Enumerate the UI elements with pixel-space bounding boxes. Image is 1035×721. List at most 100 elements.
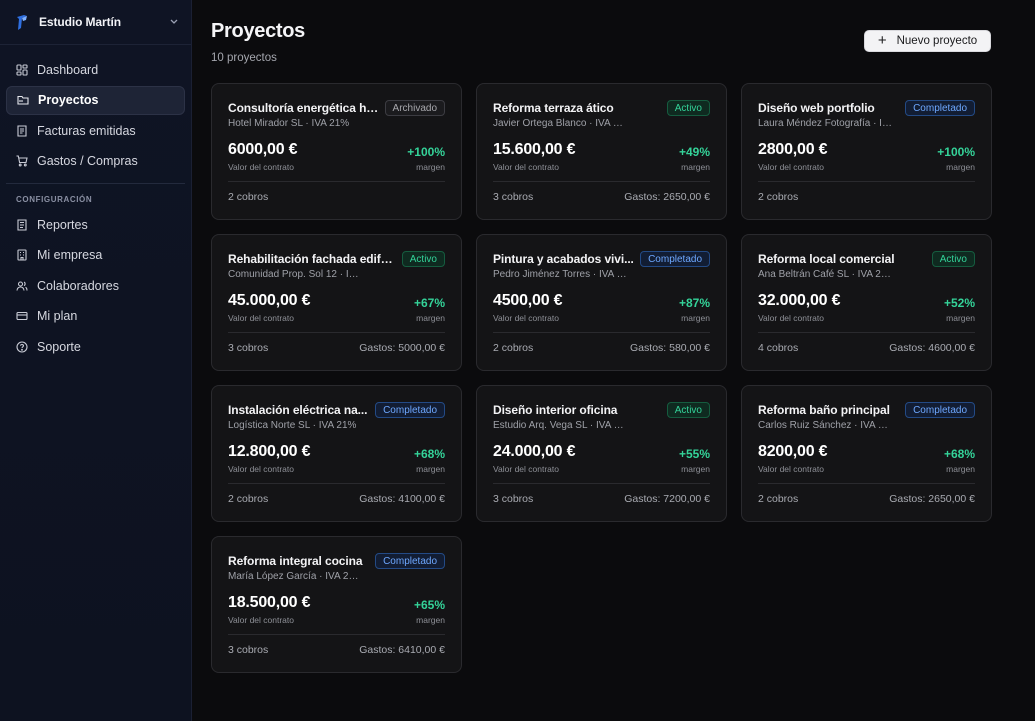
status-badge: Completado [640, 251, 710, 267]
main-content: Proyectos 10 proyectos + Nuevo proyecto … [192, 0, 1035, 721]
project-grid: Consultoría energética ho... Archivado H… [211, 83, 992, 673]
project-card[interactable]: Instalación eléctrica na... Completado L… [211, 385, 462, 522]
card-footer: 2 cobros [228, 181, 445, 203]
contract-amount: 6000,00 € [228, 141, 298, 158]
gastos-total: Gastos: 5000,00 € [359, 342, 445, 354]
brand-logo-icon [14, 13, 30, 31]
cobros-count: 2 cobros [758, 493, 799, 505]
project-client: Laura Méndez Fotografía · IV... [758, 118, 892, 129]
sidebar-item-label: Reportes [37, 217, 88, 232]
sidebar-divider [6, 183, 185, 184]
contract-amount: 45.000,00 € [228, 292, 311, 309]
sidebar-item-colaboradores[interactable]: Colaboradores [6, 271, 185, 300]
gastos-total: Gastos: 2650,00 € [624, 191, 710, 203]
margin-value: +100% [407, 145, 445, 159]
main-nav: Dashboard Proyectos Facturas emitidas Ga… [0, 45, 191, 177]
project-client: Hotel Mirador SL · IVA 21% [228, 118, 350, 129]
contract-amount-label: Valor del contrato [758, 464, 824, 474]
sidebar-item-label: Gastos / Compras [37, 154, 138, 168]
users-icon [16, 280, 28, 292]
sidebar-item-facturas[interactable]: Facturas emitidas [6, 116, 185, 145]
contract-amount: 24.000,00 € [493, 443, 576, 460]
chevron-down-icon [169, 17, 179, 27]
config-nav: Reportes Mi empresa Colaboradores Mi pla… [0, 210, 191, 363]
margin-label: margen [416, 313, 445, 323]
cobros-count: 3 cobros [228, 644, 269, 656]
project-card[interactable]: Reforma local comercial Activo Ana Beltr… [741, 234, 992, 371]
gastos-total: Gastos: 4100,00 € [359, 493, 445, 505]
project-card[interactable]: Diseño web portfolio Completado Laura Mé… [741, 83, 992, 220]
sidebar-item-mi-plan[interactable]: Mi plan [6, 302, 185, 331]
cart-icon [16, 155, 28, 167]
project-client: Ana Beltrán Café SL · IVA 21% [758, 269, 892, 280]
report-icon [16, 218, 28, 231]
dashboard-icon [16, 63, 28, 76]
sidebar-item-proyectos[interactable]: Proyectos [6, 85, 185, 115]
status-badge: Completado [375, 402, 445, 418]
margin-label: margen [416, 464, 445, 474]
sidebar-item-label: Mi empresa [37, 248, 103, 262]
contract-amount-label: Valor del contrato [493, 464, 559, 474]
project-card[interactable]: Reforma integral cocina Completado María… [211, 536, 462, 673]
project-title: Rehabilitación fachada edific... [228, 252, 396, 266]
card-footer: 2 cobros Gastos: 580,00 € [493, 332, 710, 354]
project-title: Reforma integral cocina [228, 554, 363, 568]
project-title: Diseño interior oficina [493, 403, 618, 417]
workspace-name: Estudio Martín [39, 15, 121, 29]
sidebar-item-label: Colaboradores [37, 278, 119, 293]
sidebar-item-gastos[interactable]: Gastos / Compras [6, 147, 185, 176]
contract-amount-label: Valor del contrato [228, 615, 294, 625]
folder-icon [17, 94, 29, 106]
cobros-count: 4 cobros [758, 342, 799, 354]
sidebar-item-label: Dashboard [37, 62, 99, 77]
project-card[interactable]: Reforma terraza ático Activo Javier Orte… [476, 83, 727, 220]
project-count: 10 proyectos [211, 52, 277, 64]
new-project-button[interactable]: + Nuevo proyecto [864, 30, 991, 52]
margin-label: margen [416, 615, 445, 625]
project-title: Reforma baño principal [758, 403, 890, 417]
margin-value: +100% [937, 145, 975, 159]
cobros-count: 2 cobros [228, 493, 269, 505]
margin-value: +52% [943, 296, 975, 310]
sidebar-item-soporte[interactable]: Soporte [6, 332, 185, 361]
project-title: Diseño web portfolio [758, 101, 875, 115]
project-title: Pintura y acabados vivi... [493, 252, 634, 266]
project-card[interactable]: Reforma baño principal Completado Carlos… [741, 385, 992, 522]
margin-label: margen [946, 162, 975, 172]
gastos-total: Gastos: 2650,00 € [889, 493, 975, 505]
sidebar-item-mi-empresa[interactable]: Mi empresa [6, 241, 185, 270]
project-card[interactable]: Pintura y acabados vivi... Completado Pe… [476, 234, 727, 371]
margin-label: margen [946, 313, 975, 323]
sidebar-item-label: Soporte [37, 339, 81, 354]
building-icon [16, 249, 28, 261]
margin-value: +68% [413, 447, 445, 461]
project-card[interactable]: Diseño interior oficina Activo Estudio A… [476, 385, 727, 522]
project-title: Instalación eléctrica na... [228, 403, 368, 417]
status-badge: Completado [375, 553, 445, 569]
project-client: Comunidad Prop. Sol 12 · IVA 10% [228, 269, 362, 280]
project-client: Estudio Arq. Vega SL · IVA 21% [493, 420, 627, 431]
sidebar-item-reportes[interactable]: Reportes [6, 210, 185, 239]
cobros-count: 2 cobros [228, 191, 269, 203]
sidebar-item-dashboard[interactable]: Dashboard [6, 55, 185, 84]
contract-amount-label: Valor del contrato [758, 162, 824, 172]
sidebar-item-label: Proyectos [38, 93, 99, 107]
card-footer: 3 cobros Gastos: 5000,00 € [228, 332, 445, 354]
project-title: Consultoría energética ho... [228, 101, 379, 115]
margin-value: +87% [678, 296, 710, 310]
card-footer: 3 cobros Gastos: 6410,00 € [228, 634, 445, 656]
margin-value: +55% [678, 447, 710, 461]
status-badge: Archivado [384, 100, 445, 116]
margin-label: margen [681, 464, 710, 474]
new-project-label: Nuevo proyecto [896, 35, 978, 47]
cobros-count: 3 cobros [493, 191, 534, 203]
project-client: Logística Norte SL · IVA 21% [228, 420, 357, 431]
cobros-count: 2 cobros [758, 191, 799, 203]
workspace-switcher[interactable]: Estudio Martín [0, 0, 191, 45]
project-card[interactable]: Consultoría energética ho... Archivado H… [211, 83, 462, 220]
contract-amount-label: Valor del contrato [758, 313, 824, 323]
card-footer: 3 cobros Gastos: 7200,00 € [493, 483, 710, 505]
card-footer: 3 cobros Gastos: 2650,00 € [493, 181, 710, 203]
gastos-total: Gastos: 7200,00 € [624, 493, 710, 505]
project-card[interactable]: Rehabilitación fachada edific... Activo … [211, 234, 462, 371]
